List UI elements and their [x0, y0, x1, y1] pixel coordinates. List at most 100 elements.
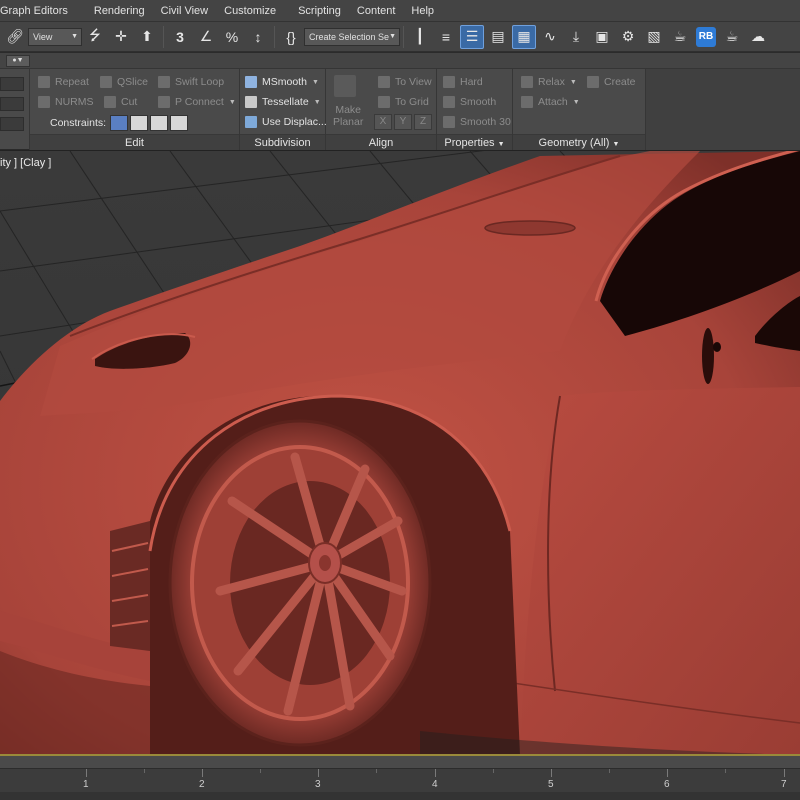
menu-customize[interactable]: Customize — [216, 0, 284, 22]
constraint-face-icon[interactable] — [150, 115, 169, 131]
menu-graph-editors[interactable]: Graph Editors — [0, 0, 76, 22]
mirror-dot — [713, 342, 721, 352]
door-panel — [520, 387, 800, 754]
qslice-label: QSlice — [117, 76, 148, 88]
select-manipulate-icon[interactable]: ⬆ — [135, 25, 159, 49]
to-view-button[interactable]: To View — [378, 76, 432, 88]
qslice-button[interactable]: QSlice — [100, 76, 148, 88]
nurms-button[interactable]: NURMS — [38, 96, 94, 108]
ribbon-left-field-1[interactable] — [0, 77, 24, 91]
menu-scripting[interactable]: Scripting — [284, 0, 349, 22]
constraints-row: Constraints: — [50, 115, 189, 131]
tessellate-button[interactable]: Tessellate ▼ — [245, 96, 321, 108]
align-panel-title: Align — [326, 134, 436, 150]
layers-icon[interactable]: ▤ — [486, 25, 510, 49]
smooth-label: Smooth — [460, 96, 497, 108]
render-cloud-icon[interactable]: ☁ — [746, 25, 770, 49]
menu-content[interactable]: Content — [349, 0, 404, 22]
layer-explorer-icon[interactable]: ☰ — [460, 24, 484, 49]
constraint-edge-icon[interactable] — [130, 115, 149, 131]
smooth-button[interactable]: Smooth — [443, 96, 496, 108]
spinner-snap-icon[interactable]: ↕ — [246, 25, 270, 49]
angle-snap-icon[interactable]: ∠ — [194, 25, 218, 49]
edit-panel-title[interactable]: Edit — [30, 134, 239, 150]
material-editor-icon[interactable]: ▣ — [590, 25, 614, 49]
msmooth-icon — [245, 76, 257, 88]
chevron-down-icon: ▼ — [612, 141, 620, 148]
use-displace-label: Use Displac... — [262, 116, 327, 128]
center-lock-nut — [319, 555, 331, 571]
align-x-button[interactable]: X — [374, 114, 392, 130]
render-setup-icon[interactable]: ⚙ — [616, 25, 640, 49]
constraint-normal-icon[interactable] — [170, 115, 189, 131]
timeline-minor-tick — [260, 769, 261, 773]
rendered-frame-icon[interactable]: ▧ — [642, 25, 666, 49]
smooth30-button[interactable]: Smooth 30 — [443, 116, 511, 128]
create-button[interactable]: Create — [587, 76, 636, 88]
ribbon-panel-left-partial — [0, 69, 30, 150]
to-view-icon — [378, 76, 390, 88]
chevron-down-icon: ▼ — [497, 141, 505, 148]
render-iterative-icon[interactable]: ☕ — [720, 25, 744, 49]
properties-panel-title[interactable]: Properties ▼ — [437, 134, 512, 150]
menu-rendering[interactable]: Rendering — [76, 0, 153, 22]
curve-editor-icon[interactable]: ∿ — [538, 25, 562, 49]
cut-button[interactable]: Cut — [104, 96, 137, 108]
timeline-ruler[interactable]: 1 2 3 4 5 6 7 — [0, 768, 800, 792]
ribbon-left-field-3[interactable] — [0, 117, 24, 131]
hard-icon — [443, 76, 455, 88]
align-icon[interactable]: ≡ — [434, 25, 458, 49]
rb-plugin-icon[interactable]: RB — [694, 25, 718, 49]
align-z-button[interactable]: Z — [414, 114, 432, 130]
properties-title-label: Properties — [444, 137, 495, 149]
use-displace-button[interactable]: Use Displac... — [245, 116, 327, 128]
constraint-none-icon[interactable] — [110, 115, 129, 131]
menu-civil-view[interactable]: Civil View — [153, 0, 216, 22]
make-planar-button[interactable]: Make Planar — [333, 104, 363, 128]
edit-named-selection-icon[interactable]: {} — [279, 25, 303, 49]
time-slider[interactable] — [0, 754, 800, 768]
ribbon-toggle-icon[interactable]: ▦ — [512, 24, 536, 49]
viewport-shading-label[interactable]: ity ] [Clay ] — [0, 157, 51, 169]
ribbon-left-field-2[interactable] — [0, 97, 24, 111]
to-grid-button[interactable]: To Grid — [378, 96, 429, 108]
menu-help[interactable]: Help — [403, 0, 442, 22]
snap-3d-icon[interactable]: 3 — [168, 25, 192, 49]
ribbon-panel-edit: Repeat QSlice Swift Loop NURMS Cut P Con… — [30, 69, 240, 150]
ribbon-minimize-dropdown[interactable]: ●▼ — [6, 55, 30, 67]
ribbon-panel-properties: Hard Smooth Smooth 30 Properties ▼ — [437, 69, 513, 150]
move-icon[interactable]: ✛ — [109, 25, 133, 49]
selection-set-dropdown[interactable]: Create Selection Se ▼ — [304, 27, 400, 46]
msmooth-button[interactable]: MSmooth ▼ — [245, 76, 319, 88]
render-teapot-icon[interactable]: ☕ — [668, 25, 692, 49]
hood-vent — [484, 220, 576, 236]
swift-loop-button[interactable]: Swift Loop — [158, 76, 224, 88]
view-dropdown-label: View — [33, 31, 53, 42]
timeline-minor-tick — [376, 769, 377, 773]
hard-button[interactable]: Hard — [443, 76, 483, 88]
reference-coordinate-dropdown[interactable]: View ▼ — [28, 27, 82, 46]
smooth30-label: Smooth 30 — [460, 116, 511, 128]
relax-button[interactable]: Relax ▼ — [521, 76, 577, 88]
constraints-label: Constraints: — [50, 117, 107, 129]
p-connect-button[interactable]: P Connect ▼ — [158, 96, 236, 108]
swift-loop-label: Swift Loop — [175, 76, 225, 88]
repeat-button[interactable]: Repeat — [38, 76, 89, 88]
swift-loop-icon — [158, 76, 170, 88]
schematic-view-icon[interactable]: ⤓ — [564, 25, 588, 49]
timeline-tick — [318, 769, 319, 777]
link-icon[interactable]: 🔗︎ — [3, 25, 27, 49]
mirror-icon[interactable]: ┃ — [408, 25, 432, 49]
attach-button[interactable]: Attach ▼ — [521, 96, 580, 108]
ribbon-panel-subdivision: MSmooth ▼ Tessellate ▼ Use Displac... Subd… — [240, 69, 327, 150]
pivot-icon[interactable]: ⭍ — [83, 25, 107, 49]
geometry-panel-title[interactable]: Geometry (All) ▼ — [513, 134, 645, 150]
status-bar-edge — [0, 792, 800, 800]
to-grid-label: To Grid — [395, 96, 429, 108]
align-y-button[interactable]: Y — [394, 114, 412, 130]
rb-badge: RB — [696, 26, 716, 47]
repeat-label: Repeat — [55, 76, 89, 88]
percent-snap-icon[interactable]: % — [220, 25, 244, 49]
viewport-scene[interactable] — [0, 151, 800, 754]
perspective-viewport[interactable]: ity ] [Clay ] — [0, 150, 800, 754]
